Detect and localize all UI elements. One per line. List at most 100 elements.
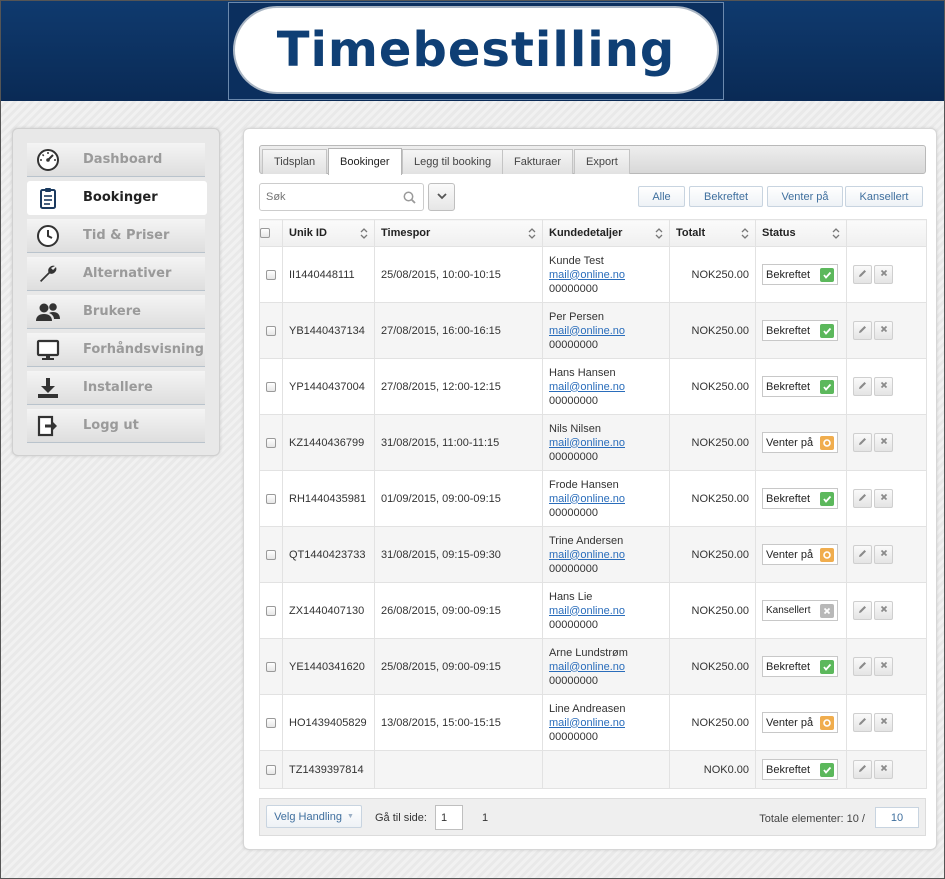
column-header[interactable]: Unik ID bbox=[282, 219, 375, 247]
delete-button[interactable] bbox=[874, 760, 893, 779]
tab-tidsplan[interactable]: Tidsplan bbox=[262, 149, 328, 174]
edit-button[interactable] bbox=[853, 321, 872, 340]
customer-phone: 00000000 bbox=[549, 674, 598, 687]
customer-email-link[interactable]: mail@online.no bbox=[549, 380, 663, 394]
logo-pill: Timebestilling bbox=[233, 6, 719, 94]
sort-icon[interactable] bbox=[832, 228, 840, 242]
status-select[interactable]: Bekreftet bbox=[762, 488, 838, 509]
table-footer: Velg Handling ▼ Gå til side: 1 1 Totale … bbox=[259, 798, 926, 836]
tab-export[interactable]: Export bbox=[574, 149, 630, 174]
edit-button[interactable] bbox=[853, 489, 872, 508]
delete-button[interactable] bbox=[874, 377, 893, 396]
filter-button-kansellert[interactable]: Kansellert bbox=[845, 186, 923, 207]
row-select-cell bbox=[259, 638, 283, 695]
sidebar-item-label: Alternativer bbox=[83, 266, 172, 281]
customer-email-link[interactable]: mail@online.no bbox=[549, 548, 663, 562]
row-checkbox[interactable] bbox=[266, 269, 276, 280]
row-checkbox[interactable] bbox=[266, 764, 276, 775]
delete-button[interactable] bbox=[874, 433, 893, 452]
status-select[interactable]: Venter på bbox=[762, 544, 838, 565]
status-select[interactable]: Bekreftet bbox=[762, 376, 838, 397]
time-slot: 13/08/2015, 15:00-15:15 bbox=[374, 694, 543, 751]
search-dropdown-button[interactable] bbox=[428, 183, 455, 211]
delete-button[interactable] bbox=[874, 545, 893, 564]
tab-legg-til-booking[interactable]: Legg til booking bbox=[402, 149, 504, 174]
row-checkbox[interactable] bbox=[266, 437, 276, 448]
status-select[interactable]: Bekreftet bbox=[762, 264, 838, 285]
delete-button[interactable] bbox=[874, 601, 893, 620]
customer-phone: 00000000 bbox=[549, 394, 598, 407]
sort-icon[interactable] bbox=[741, 228, 749, 242]
search-input[interactable] bbox=[260, 184, 395, 210]
tab-fakturaer[interactable]: Fakturaer bbox=[502, 149, 574, 174]
sidebar-item-tid-priser[interactable]: Tid & Priser bbox=[27, 219, 205, 253]
status-label: Bekreftet bbox=[766, 380, 811, 393]
row-checkbox[interactable] bbox=[266, 661, 276, 672]
delete-button[interactable] bbox=[874, 713, 893, 732]
row-checkbox[interactable] bbox=[266, 325, 276, 336]
search-box[interactable] bbox=[259, 183, 424, 211]
filter-button-venter-på[interactable]: Venter på bbox=[767, 186, 843, 207]
status-select[interactable]: Venter på bbox=[762, 432, 838, 453]
sidebar-item-bookinger[interactable]: Bookinger bbox=[27, 181, 207, 215]
filter-button-alle[interactable]: Alle bbox=[638, 186, 685, 207]
customer-email-link[interactable]: mail@online.no bbox=[549, 604, 663, 618]
sidebar-item-installere[interactable]: Installere bbox=[27, 371, 205, 405]
bulk-action-button[interactable]: Velg Handling ▼ bbox=[266, 805, 362, 828]
customer-email-link[interactable]: mail@online.no bbox=[549, 660, 663, 674]
customer-email-link[interactable]: mail@online.no bbox=[549, 436, 663, 450]
column-header[interactable]: Kundedetaljer bbox=[542, 219, 670, 247]
delete-button[interactable] bbox=[874, 489, 893, 508]
tab-bookinger[interactable]: Bookinger bbox=[328, 148, 402, 175]
sidebar-item-label: Bookinger bbox=[83, 190, 158, 205]
column-header[interactable]: Timespor bbox=[374, 219, 543, 247]
sort-icon[interactable] bbox=[528, 228, 536, 242]
sidebar-item-alternativer[interactable]: Alternativer bbox=[27, 257, 205, 291]
edit-button[interactable] bbox=[853, 433, 872, 452]
select-all-cell bbox=[259, 219, 283, 247]
sort-icon[interactable] bbox=[360, 228, 368, 242]
edit-button[interactable] bbox=[853, 657, 872, 676]
row-checkbox[interactable] bbox=[266, 549, 276, 560]
customer-email-link[interactable]: mail@online.no bbox=[549, 716, 663, 730]
sidebar-item-brukere[interactable]: Brukere bbox=[27, 295, 205, 329]
sidebar-item-forhåndsvisning[interactable]: Forhåndsvisning bbox=[27, 333, 205, 367]
customer-email-link[interactable]: mail@online.no bbox=[549, 268, 663, 282]
status-select[interactable]: Bekreftet bbox=[762, 320, 838, 341]
row-checkbox[interactable] bbox=[266, 381, 276, 392]
row-checkbox[interactable] bbox=[266, 493, 276, 504]
status-select[interactable]: Bekreftet bbox=[762, 656, 838, 677]
sidebar-item-label: Logg ut bbox=[83, 418, 139, 433]
status-select[interactable]: Venter på bbox=[762, 712, 838, 733]
delete-button[interactable] bbox=[874, 321, 893, 340]
edit-button[interactable] bbox=[853, 377, 872, 396]
sidebar-item-dashboard[interactable]: Dashboard bbox=[27, 143, 205, 177]
edit-button[interactable] bbox=[853, 545, 872, 564]
goto-page-input[interactable]: 1 bbox=[435, 805, 463, 830]
edit-button[interactable] bbox=[853, 713, 872, 732]
row-checkbox[interactable] bbox=[266, 605, 276, 616]
sidebar-item-logg-ut[interactable]: Logg ut bbox=[27, 409, 205, 443]
row-checkbox[interactable] bbox=[266, 717, 276, 728]
delete-button[interactable] bbox=[874, 657, 893, 676]
column-header[interactable]: Status bbox=[755, 219, 847, 247]
pencil-icon bbox=[857, 492, 868, 506]
filter-button-bekreftet[interactable]: Bekreftet bbox=[689, 186, 763, 207]
select-all-checkbox[interactable] bbox=[260, 228, 270, 239]
customer-email-link[interactable]: mail@online.no bbox=[549, 324, 663, 338]
status-label: Bekreftet bbox=[766, 268, 811, 281]
page-link-1[interactable]: 1 bbox=[482, 812, 488, 824]
edit-button[interactable] bbox=[853, 760, 872, 779]
customer-email-link[interactable]: mail@online.no bbox=[549, 492, 663, 506]
download-icon bbox=[35, 375, 61, 401]
sort-icon[interactable] bbox=[655, 228, 663, 242]
per-page-select[interactable]: 10 bbox=[875, 807, 919, 828]
edit-button[interactable] bbox=[853, 601, 872, 620]
status-select[interactable]: Kansellert bbox=[762, 600, 838, 621]
edit-button[interactable] bbox=[853, 265, 872, 284]
column-header[interactable]: Totalt bbox=[669, 219, 756, 247]
delete-button[interactable] bbox=[874, 265, 893, 284]
status-select[interactable]: Bekreftet bbox=[762, 759, 838, 780]
sidebar-item-label: Forhåndsvisning bbox=[83, 342, 204, 357]
search-icon[interactable] bbox=[403, 191, 416, 207]
